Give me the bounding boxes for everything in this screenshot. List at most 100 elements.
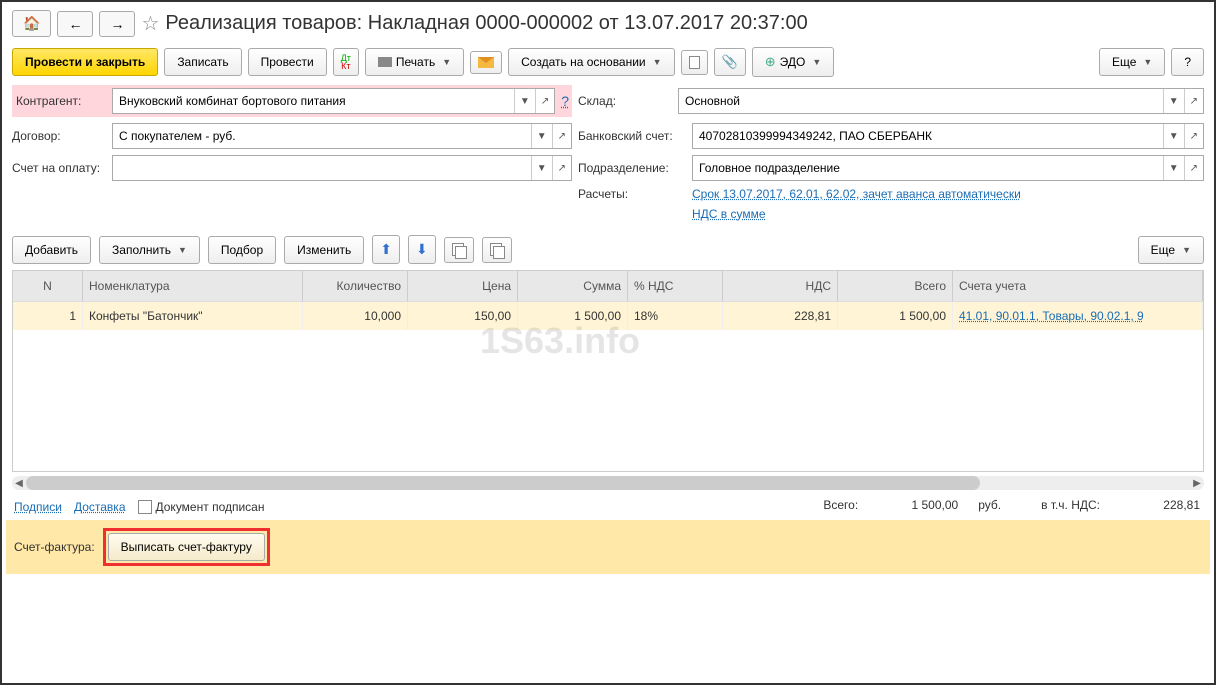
cell-vat-percent[interactable]: 18%: [628, 302, 723, 330]
open-icon[interactable]: ↗: [1184, 89, 1203, 113]
help-button[interactable]: ?: [1171, 48, 1204, 76]
division-label: Подразделение:: [578, 161, 688, 175]
scroll-left-icon[interactable]: ◀: [12, 476, 26, 490]
th-n[interactable]: N: [13, 271, 83, 301]
paste-icon: [490, 243, 504, 257]
dt-kt-icon: ДтКт: [341, 54, 351, 70]
save-button[interactable]: Записать: [164, 48, 241, 76]
cell-sum[interactable]: 1 500,00: [518, 302, 628, 330]
th-accounts[interactable]: Счета учета: [953, 271, 1203, 301]
incl-vat-value: 228,81: [1120, 498, 1200, 512]
move-down-button[interactable]: ⬇: [408, 235, 436, 264]
open-icon[interactable]: ↗: [1184, 156, 1203, 180]
back-button[interactable]: ←: [57, 11, 93, 37]
signatures-link[interactable]: Подписи: [14, 500, 62, 514]
attach-button[interactable]: 📎: [714, 48, 746, 76]
doc-signed-label: Документ подписан: [156, 500, 265, 514]
move-up-button[interactable]: ⬆: [372, 235, 400, 264]
contract-label: Договор:: [12, 129, 108, 143]
copy-button[interactable]: [444, 237, 474, 263]
th-qty[interactable]: Количество: [303, 271, 408, 301]
cell-vat[interactable]: 228,81: [723, 302, 838, 330]
settlements-label: Расчеты:: [578, 187, 688, 201]
open-icon[interactable]: ↗: [552, 124, 571, 148]
dropdown-icon[interactable]: ▼: [531, 156, 552, 180]
cell-price[interactable]: 150,00: [408, 302, 518, 330]
dropdown-icon[interactable]: ▼: [514, 89, 535, 113]
chevron-down-icon: ▼: [178, 245, 187, 255]
counterparty-label: Контрагент:: [12, 94, 108, 108]
chevron-down-icon: ▼: [442, 57, 451, 67]
scroll-thumb[interactable]: [26, 476, 980, 490]
dropdown-icon[interactable]: ▼: [1163, 89, 1184, 113]
paperclip-icon: 📎: [722, 54, 738, 70]
write-invoice-button[interactable]: Выписать счет-фактуру: [108, 533, 265, 561]
th-vat-percent[interactable]: % НДС: [628, 271, 723, 301]
chevron-down-icon: ▼: [1182, 245, 1191, 255]
cell-qty[interactable]: 10,000: [303, 302, 408, 330]
doc-signed-checkbox[interactable]: [138, 500, 152, 514]
items-table: N Номенклатура Количество Цена Сумма % Н…: [12, 270, 1204, 472]
bank-account-input[interactable]: ▼ ↗: [692, 123, 1204, 149]
table-more-button[interactable]: Еще▼: [1138, 236, 1204, 264]
cell-total[interactable]: 1 500,00: [838, 302, 953, 330]
page-title: Реализация товаров: Накладная 0000-00000…: [165, 12, 807, 35]
invoice-payment-label: Счет на оплату:: [12, 161, 108, 175]
dropdown-icon[interactable]: ▼: [531, 124, 552, 148]
post-button[interactable]: Провести: [248, 48, 327, 76]
printer-icon: [378, 57, 392, 67]
open-icon[interactable]: ↗: [1184, 124, 1203, 148]
edo-icon: ⊕: [765, 54, 776, 70]
th-vat[interactable]: НДС: [723, 271, 838, 301]
open-icon[interactable]: ↗: [552, 156, 571, 180]
dropdown-icon[interactable]: ▼: [1163, 156, 1184, 180]
chevron-down-icon: ▼: [812, 57, 821, 67]
th-price[interactable]: Цена: [408, 271, 518, 301]
arrow-up-icon: ⬆: [380, 241, 392, 258]
settlements-link[interactable]: Срок 13.07.2017, 62.01, 62.02, зачет ава…: [692, 187, 1021, 201]
edo-button[interactable]: ⊕ЭДО▼: [752, 47, 835, 77]
mail-icon: [478, 57, 494, 68]
add-row-button[interactable]: Добавить: [12, 236, 91, 264]
create-based-on-button[interactable]: Создать на основании▼: [508, 48, 674, 76]
bank-account-label: Банковский счет:: [578, 129, 688, 143]
favorite-star-icon[interactable]: ☆: [141, 11, 159, 36]
delivery-link[interactable]: Доставка: [74, 500, 126, 514]
copy-icon: [452, 243, 466, 257]
document-icon: [689, 56, 700, 69]
warehouse-input[interactable]: ▼ ↗: [678, 88, 1204, 114]
selection-button[interactable]: Подбор: [208, 236, 276, 264]
home-button[interactable]: 🏠: [12, 10, 51, 37]
cell-item[interactable]: Конфеты "Батончик": [83, 302, 303, 330]
contract-input[interactable]: ▼ ↗: [112, 123, 572, 149]
forward-button[interactable]: →: [99, 11, 135, 37]
paste-button[interactable]: [482, 237, 512, 263]
th-total[interactable]: Всего: [838, 271, 953, 301]
dropdown-icon[interactable]: ▼: [1163, 124, 1184, 148]
th-item[interactable]: Номенклатура: [83, 271, 303, 301]
more-button[interactable]: Еще▼: [1099, 48, 1165, 76]
dt-kt-button[interactable]: ДтКт: [333, 48, 359, 76]
mail-button[interactable]: [470, 51, 502, 74]
fill-button[interactable]: Заполнить▼: [99, 236, 200, 264]
cell-accounts[interactable]: 41.01, 90.01.1, Товары, 90.02.1, 9: [953, 302, 1203, 330]
change-button[interactable]: Изменить: [284, 236, 364, 264]
division-input[interactable]: ▼ ↗: [692, 155, 1204, 181]
open-icon[interactable]: ↗: [535, 89, 554, 113]
print-button[interactable]: Печать▼: [365, 48, 464, 76]
invoice-payment-input[interactable]: ▼ ↗: [112, 155, 572, 181]
post-and-close-button[interactable]: Провести и закрыть: [12, 48, 158, 76]
doc-button[interactable]: [681, 50, 708, 75]
help-link[interactable]: ?: [561, 93, 569, 109]
incl-vat-label: в т.ч. НДС:: [1041, 498, 1100, 512]
warehouse-label: Склад:: [578, 94, 674, 108]
chevron-down-icon: ▼: [653, 57, 662, 67]
counterparty-input[interactable]: ▼ ↗: [112, 88, 555, 114]
table-row[interactable]: 1 Конфеты "Батончик" 10,000 150,00 1 500…: [13, 301, 1203, 330]
invoice-label: Счет-фактура:: [14, 540, 95, 554]
cell-n[interactable]: 1: [13, 302, 83, 330]
vat-mode-link[interactable]: НДС в сумме: [692, 207, 766, 221]
horizontal-scrollbar[interactable]: ◀ ▶: [12, 476, 1204, 490]
scroll-right-icon[interactable]: ▶: [1190, 476, 1204, 490]
th-sum[interactable]: Сумма: [518, 271, 628, 301]
